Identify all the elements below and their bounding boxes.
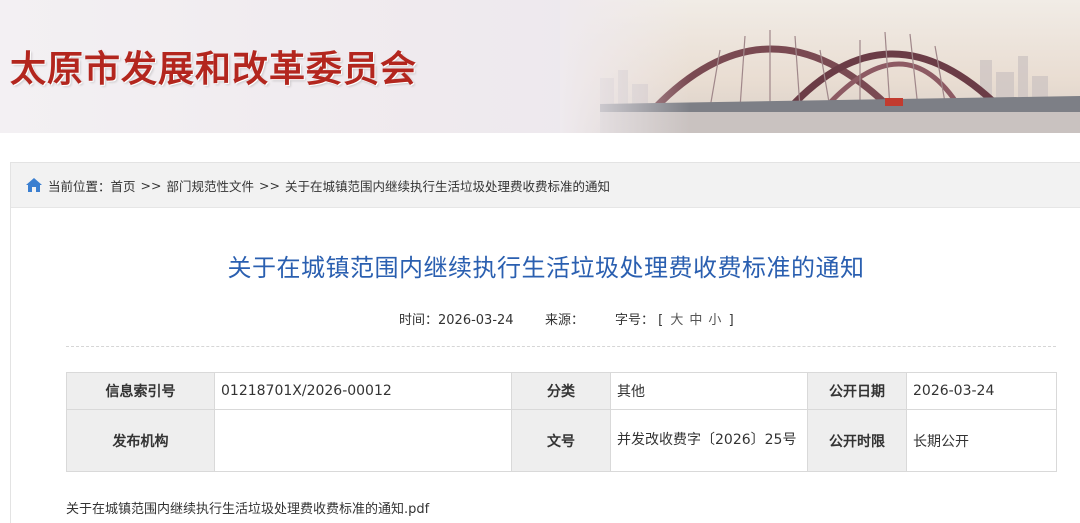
breadcrumb-separator: >> — [259, 177, 280, 193]
breadcrumb-item-current[interactable]: 关于在城镇范围内继续执行生活垃圾处理费收费标准的通知 — [285, 176, 610, 195]
site-banner: 太原市发展和改革委员会 — [0, 0, 1080, 133]
font-size-large[interactable]: 大 — [670, 313, 683, 328]
info-table: 信息索引号 01218701X/2026-00012 分类 其他 公开日期 20… — [66, 372, 1057, 472]
breadcrumb-prefix: 当前位置： — [48, 178, 111, 194]
table-row: 信息索引号 01218701X/2026-00012 分类 其他 公开日期 20… — [66, 372, 1057, 410]
disclosure-period-label: 公开时限 — [807, 409, 907, 472]
meta-divider — [66, 346, 1056, 347]
breadcrumb-separator: >> — [140, 177, 162, 193]
font-size-control: 字号： [ 大中小 ] — [615, 309, 734, 328]
table-row: 发布机构 文号 并发改收费字〔2026〕25号 公开时限 长期公开 — [66, 409, 1057, 472]
category-label: 分类 — [511, 372, 611, 410]
index-label: 信息索引号 — [66, 372, 215, 410]
breadcrumb-item-home[interactable]: 首页 — [111, 176, 136, 195]
category-value: 其他 — [610, 372, 808, 410]
breadcrumb: 当前位置： 首页 >> 部门规范性文件 >> 关于在城镇范围内继续执行生活垃圾处… — [11, 163, 1080, 208]
doc-number-label: 文号 — [511, 409, 611, 472]
org-value — [214, 409, 512, 472]
font-size-label: 字号： — [615, 313, 655, 328]
site-title: 太原市发展和改革委员会 — [10, 49, 418, 90]
font-size-small[interactable]: 小 — [708, 313, 721, 328]
org-label: 发布机构 — [66, 409, 215, 472]
publish-time: 时间：2026-03-24 — [399, 309, 514, 328]
disclosure-period-value: 长期公开 — [906, 409, 1057, 472]
publish-date-value: 2026-03-24 — [906, 372, 1057, 410]
font-size-medium[interactable]: 中 — [689, 313, 702, 328]
font-size-bracket-close: ] — [728, 313, 734, 328]
attachment-link[interactable]: 关于在城镇范围内继续执行生活垃圾处理费收费标准的通知.pdf — [66, 498, 429, 517]
content-panel: 当前位置： 首页 >> 部门规范性文件 >> 关于在城镇范围内继续执行生活垃圾处… — [10, 162, 1080, 523]
time-label: 时间： — [399, 313, 439, 328]
source-label: 来源： — [545, 313, 585, 328]
bridge-banner-image — [560, 0, 1080, 133]
source: 来源： — [545, 309, 584, 328]
font-size-bracket-open: [ — [658, 313, 664, 328]
publish-date-label: 公开日期 — [807, 372, 907, 410]
time-value: 2026-03-24 — [438, 313, 514, 328]
doc-number-value: 并发改收费字〔2026〕25号 — [610, 409, 808, 472]
article-title: 关于在城镇范围内继续执行生活垃圾处理费收费标准的通知 — [227, 254, 865, 282]
breadcrumb-item-department-docs[interactable]: 部门规范性文件 — [166, 176, 254, 195]
home-icon — [26, 178, 42, 192]
index-value: 01218701X/2026-00012 — [214, 372, 512, 410]
